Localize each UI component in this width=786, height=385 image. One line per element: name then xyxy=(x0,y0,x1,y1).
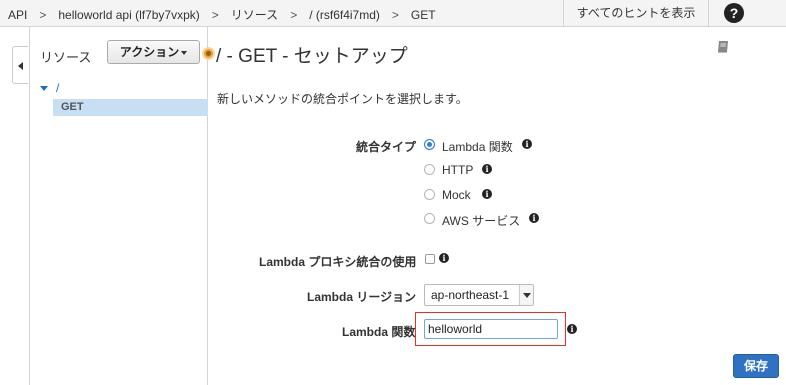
book-icon[interactable] xyxy=(716,40,730,54)
info-icon[interactable]: i xyxy=(482,189,492,199)
option-mock-label[interactable]: Mock xyxy=(442,188,471,202)
lambda-region-label: Lambda リージョン xyxy=(307,290,417,304)
lambda-function-input[interactable] xyxy=(424,319,558,339)
breadcrumb-separator: > xyxy=(290,8,298,22)
radio-mock[interactable] xyxy=(424,189,435,200)
breadcrumb-method: GET xyxy=(410,8,436,22)
lambda-function-label: Lambda 関数 xyxy=(342,325,416,339)
option-http-label[interactable]: HTTP xyxy=(442,163,473,177)
chevron-left-icon xyxy=(18,62,23,70)
region-value: ap-northeast-1 xyxy=(431,288,510,302)
proxy-integration-label: Lambda プロキシ統合の使用 xyxy=(259,255,417,269)
expand-arrow-icon[interactable] xyxy=(40,86,48,92)
tree-item-get[interactable]: GET xyxy=(53,99,208,116)
info-icon[interactable]: i xyxy=(529,213,539,223)
radio-lambda-function[interactable] xyxy=(424,139,435,150)
breadcrumb-separator: > xyxy=(391,8,399,22)
lambda-region-select[interactable]: ap-northeast-1 xyxy=(424,284,534,306)
actions-dropdown-button[interactable]: アクション xyxy=(107,40,200,64)
page-description: 新しいメソッドの統合ポイントを選択します。 xyxy=(217,92,468,106)
show-all-hints-button[interactable]: すべてのヒントを表示 xyxy=(563,0,709,27)
collapse-panel-button[interactable] xyxy=(12,46,28,84)
breadcrumb-resources[interactable]: リソース xyxy=(231,6,278,23)
info-icon[interactable]: i xyxy=(567,324,577,334)
dropdown-arrow-icon xyxy=(519,285,533,305)
integration-type-label: 統合タイプ xyxy=(356,140,417,154)
radio-http[interactable] xyxy=(424,164,435,175)
breadcrumb-separator: > xyxy=(39,8,47,22)
breadcrumb-separator: > xyxy=(211,8,219,22)
resources-panel: リソース アクション / GET xyxy=(29,27,208,385)
breadcrumb-resource-id[interactable]: / (rsf6f4i7md) xyxy=(309,8,380,22)
actions-label: アクション xyxy=(119,45,180,59)
save-button[interactable]: 保存 xyxy=(733,354,779,378)
tree-root-label: / xyxy=(56,81,60,95)
info-icon[interactable]: i xyxy=(482,164,492,174)
radio-aws-service[interactable] xyxy=(424,213,435,224)
tree-item-root[interactable]: / xyxy=(40,81,59,95)
option-aws-service-label[interactable]: AWS サービス xyxy=(442,212,520,229)
caret-down-icon xyxy=(181,50,188,55)
breadcrumb-api[interactable]: API xyxy=(8,8,27,22)
page-title: / - GET - セットアップ xyxy=(216,46,408,67)
top-bar: API > helloworld api (lf7by7vxpk) > リソース > / (… xyxy=(0,0,786,27)
breadcrumb-api-name[interactable]: helloworld api (lf7by7vxpk) xyxy=(58,8,199,22)
info-icon[interactable]: i xyxy=(439,253,449,263)
option-lambda-function-label[interactable]: Lambda 関数 xyxy=(442,138,513,155)
breadcrumb: API > helloworld api (lf7by7vxpk) > リソース > / (… xyxy=(8,6,436,23)
help-icon[interactable]: ? xyxy=(724,3,744,23)
status-indicator-icon xyxy=(202,47,215,60)
proxy-integration-checkbox[interactable] xyxy=(425,254,435,264)
info-icon[interactable]: i xyxy=(522,139,532,149)
resources-heading: リソース xyxy=(40,50,92,65)
